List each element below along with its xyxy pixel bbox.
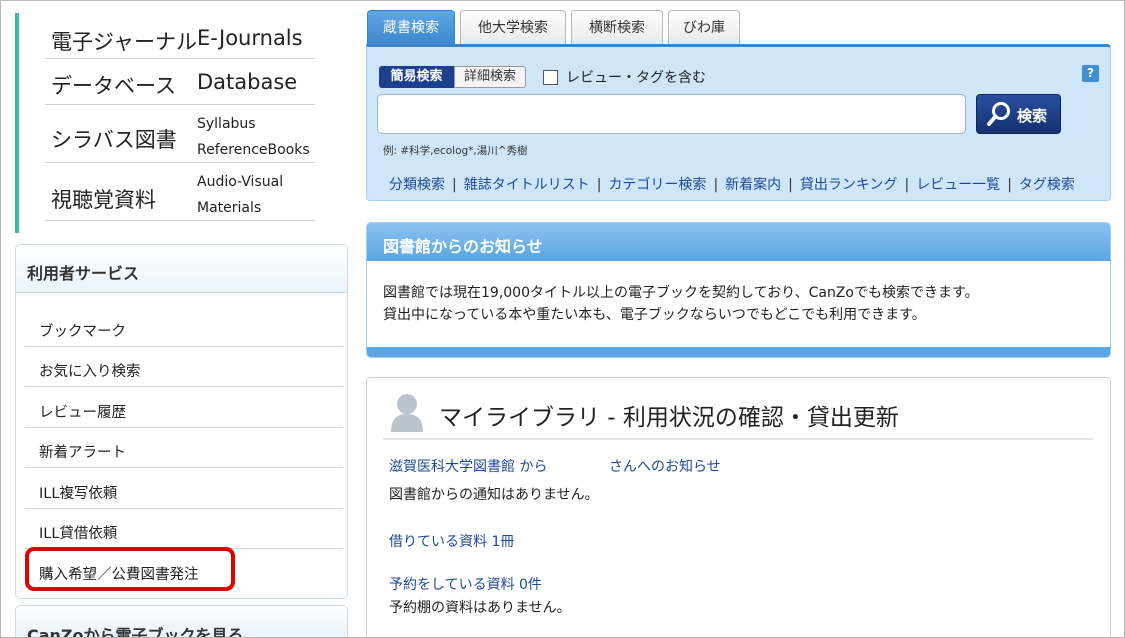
resource-audiovisual-en1[interactable]: Audio-Visual — [197, 169, 283, 195]
divider — [383, 438, 1093, 440]
resource-syllabus-jp[interactable]: シラバス図書 — [51, 124, 177, 154]
tab-catalog-search[interactable]: 蔵書検索 — [367, 10, 455, 45]
library-notice-panel: 図書館からのお知らせ 図書館では現在19,000タイトル以上の電子ブックを契約し… — [366, 222, 1111, 358]
link-loan-ranking[interactable]: 貸出ランキング — [800, 177, 898, 193]
canzo-panel-title[interactable]: CanZoから電子ブックを見る — [15, 605, 348, 637]
resource-audiovisual-en2[interactable]: Materials — [197, 195, 261, 221]
service-ill-copy[interactable]: ILL複写依頼 — [25, 469, 343, 509]
help-icon[interactable]: ? — [1082, 65, 1099, 82]
separator: | — [904, 177, 910, 193]
notice-line-2: 貸出中になっている本や重たい本も、電子ブックならいつでもどこでも利用できます。 — [383, 307, 926, 323]
link-borrowed-items[interactable]: 借りている資料 1冊 — [389, 531, 514, 551]
separator: | — [713, 177, 719, 193]
search-links: 分類検索 | 雑誌タイトルリスト | カテゴリー検索 | 新着案内 | 貸出ランキング | レビュー… — [389, 174, 1075, 194]
link-category-search[interactable]: カテゴリー検索 — [608, 177, 706, 193]
link-journal-title-list[interactable]: 雑誌タイトルリスト — [464, 177, 590, 193]
simple-search-button[interactable]: 簡易検索 — [379, 66, 454, 88]
resource-database-en[interactable]: Database — [197, 70, 297, 94]
no-notice-text: 図書館からの通知はありません。 — [389, 487, 599, 503]
link-tag-search[interactable]: タグ検索 — [1019, 177, 1075, 193]
service-new-alert[interactable]: 新着アラート — [25, 428, 343, 468]
notice-body: 図書館では現在19,000タイトル以上の電子ブックを契約しており、CanZoでも… — [367, 261, 1110, 326]
notice-line-1: 図書館では現在19,000タイトル以上の電子ブックを契約しており、CanZoでも… — [383, 285, 979, 301]
search-example: 例: #科学,ecolog*,湯川^秀樹 — [383, 145, 528, 157]
my-library-panel: マイライブラリ - 利用状況の確認・貸出更新 滋賀医科大学図書館 から さんへの… — [366, 377, 1111, 637]
search-input[interactable] — [377, 94, 966, 134]
service-review-history[interactable]: レビュー履歴 — [25, 388, 343, 428]
link-review-list[interactable]: レビュー一覧 — [916, 177, 1000, 193]
my-library-title: マイライブラリ - 利用状況の確認・貸出更新 — [439, 405, 899, 431]
separator: | — [452, 177, 457, 193]
tab-cross-search[interactable]: 横断検索 — [571, 10, 663, 44]
notice-footer-bar — [367, 347, 1110, 357]
link-classification-search[interactable]: 分類検索 — [389, 177, 445, 193]
link-library-notices[interactable]: 滋賀医科大学図書館 から — [389, 456, 547, 476]
link-user-notices[interactable]: さんへのお知らせ — [609, 456, 721, 476]
include-review-checkbox[interactable] — [543, 70, 558, 85]
resource-database[interactable]: データベース Database — [45, 59, 315, 105]
service-ill-loan[interactable]: ILL貸借依頼 — [25, 509, 343, 549]
tab-biwako[interactable]: びわ庫 — [668, 10, 740, 44]
service-favorite-search[interactable]: お気に入り検索 — [25, 347, 343, 387]
link-reserved-items[interactable]: 予約をしている資料 0件 — [389, 574, 542, 594]
page-frame: 電子ジャーナル E-Journals データベース Database シラバス図… — [0, 0, 1125, 638]
notice-title: 図書館からのお知らせ — [367, 223, 1110, 261]
resource-syllabus-en1[interactable]: Syllabus — [197, 111, 256, 137]
link-new-arrivals[interactable]: 新着案内 — [725, 177, 781, 193]
resource-ejournals[interactable]: 電子ジャーナル E-Journals — [45, 13, 315, 59]
detail-search-button[interactable]: 詳細検索 — [454, 66, 526, 88]
search-button[interactable]: 検索 — [976, 94, 1061, 134]
tab-other-university[interactable]: 他大学検索 — [460, 10, 566, 44]
resource-syllabus-en2[interactable]: ReferenceBooks — [197, 137, 310, 163]
resource-syllabus[interactable]: シラバス図書 Syllabus ReferenceBooks — [45, 105, 315, 163]
separator: | — [788, 177, 793, 193]
no-reserved-text: 予約棚の資料はありません。 — [389, 600, 571, 616]
user-services-title: 利用者サービス — [16, 245, 347, 293]
user-avatar-icon — [391, 394, 423, 432]
resource-ejournals-jp[interactable]: 電子ジャーナル — [51, 26, 197, 56]
include-review-label[interactable]: レビュー・タグを含む — [566, 67, 706, 87]
search-panel: 簡易検索 詳細検索 レビュー・タグを含む ? 検索 例: #科学,ecolog*… — [366, 44, 1111, 201]
magnifier-icon — [987, 102, 1010, 126]
separator: | — [1007, 177, 1012, 193]
user-services-panel: 利用者サービス ブックマーク お気に入り検索 レビュー履歴 新着アラート ILL… — [15, 244, 348, 599]
service-purchase-request[interactable]: 購入希望／公費図書発注 — [25, 550, 343, 590]
separator: | — [596, 177, 602, 193]
resource-audiovisual-jp[interactable]: 視聴覚資料 — [51, 184, 156, 214]
search-button-label: 検索 — [1017, 107, 1048, 125]
resource-links: 電子ジャーナル E-Journals データベース Database シラバス図… — [15, 13, 315, 233]
resource-ejournals-en[interactable]: E-Journals — [197, 26, 303, 50]
service-bookmark[interactable]: ブックマーク — [25, 307, 343, 347]
resource-audiovisual[interactable]: 視聴覚資料 Audio-Visual Materials — [45, 163, 315, 221]
resource-database-jp[interactable]: データベース — [51, 70, 176, 100]
